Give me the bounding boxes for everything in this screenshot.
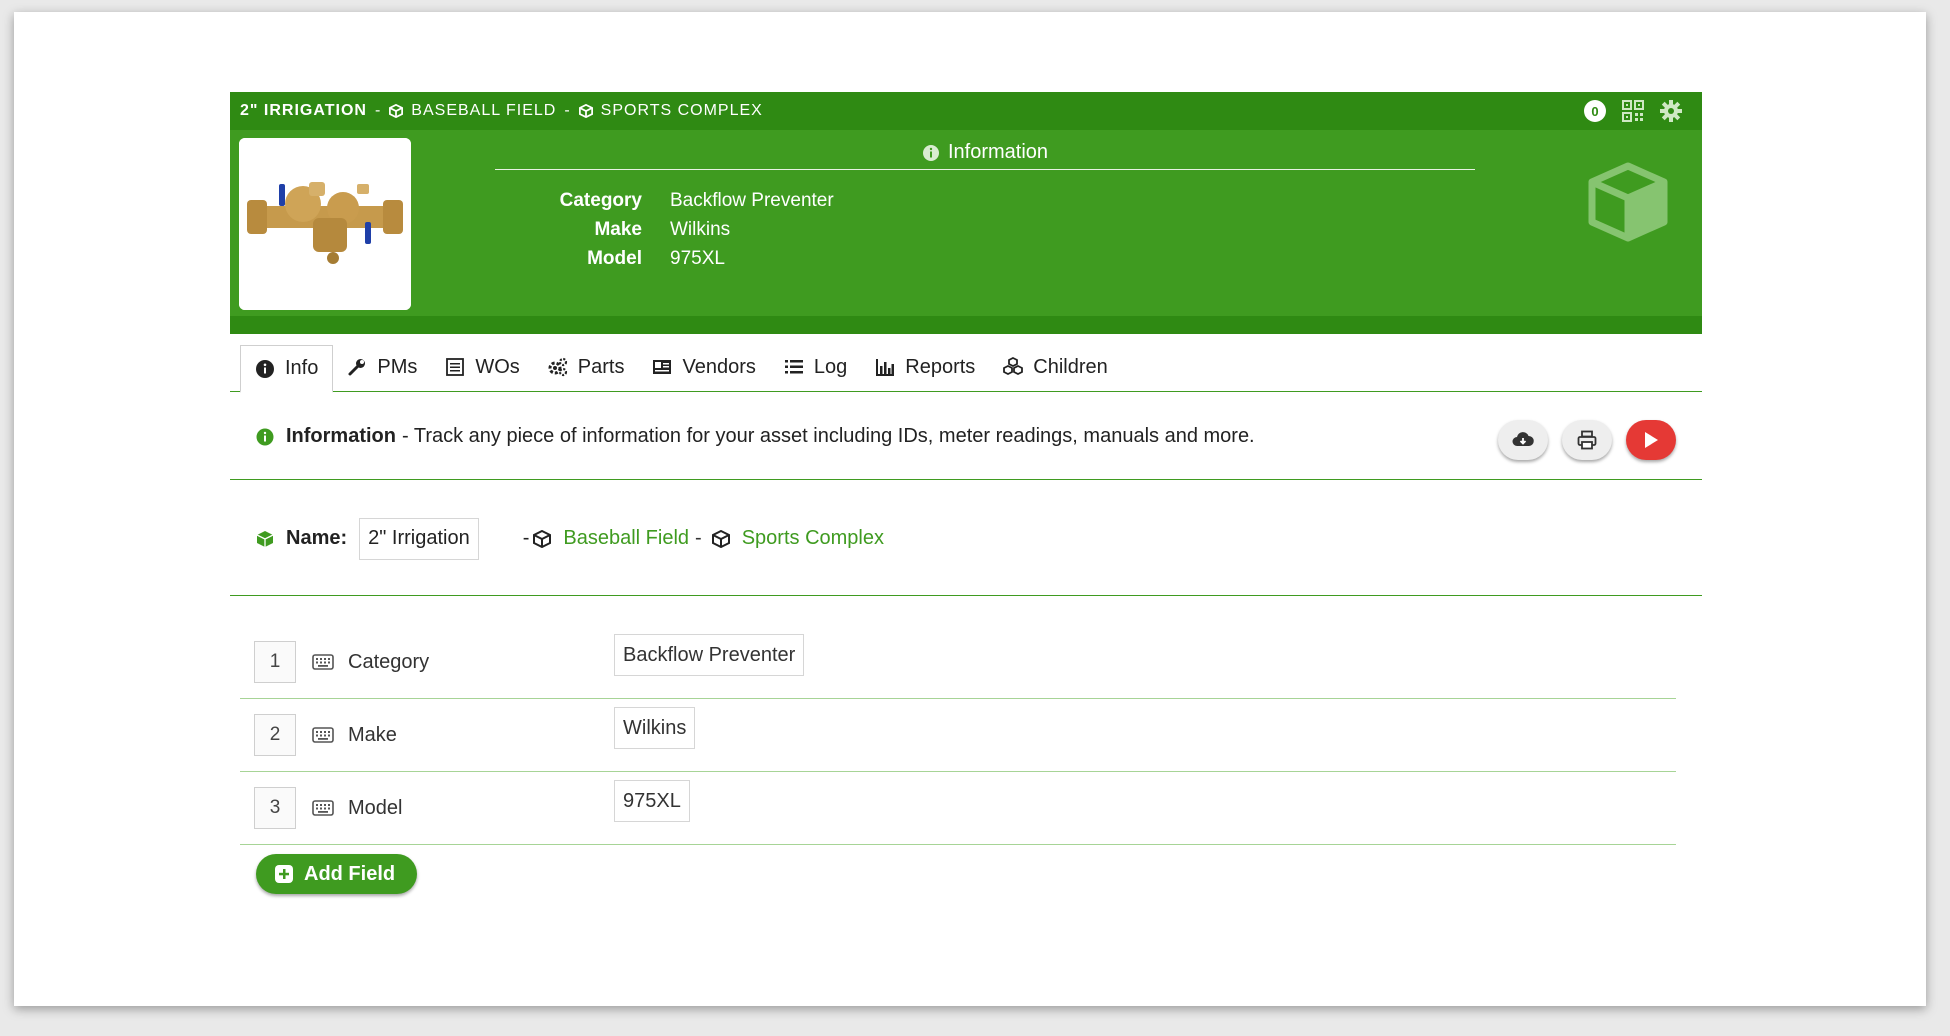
- keyboard-icon: [312, 727, 334, 743]
- header-bottom-bar: [230, 316, 1702, 334]
- info-circle-icon: [256, 428, 274, 445]
- info-value: 975XL: [670, 247, 725, 269]
- tab-reports[interactable]: Reports: [861, 343, 989, 391]
- cube-icon: [256, 530, 274, 547]
- info-title-text: Information: [947, 141, 1049, 163]
- work-order-icon: [446, 358, 465, 376]
- parent-asset-link[interactable]: Baseball Field: [563, 527, 689, 550]
- tab-label: Children: [1033, 355, 1108, 378]
- asset-tabs: Info PMs WOs Parts Vendors Log Reports C…: [230, 342, 1702, 393]
- info-circle-icon: [256, 359, 274, 378]
- info-summary: Category Backflow Preventer Make Wilkins…: [480, 186, 834, 273]
- asset-breadcrumb: 2" IRRIGATION - BASEBALL FIELD - SPORTS …: [230, 92, 1702, 130]
- info-key: Model: [587, 247, 642, 269]
- tab-vendors[interactable]: Vendors: [638, 343, 769, 391]
- print-icon: [1577, 430, 1597, 450]
- breadcrumb-parent[interactable]: BASEBALL FIELD: [411, 102, 556, 120]
- tab-label: Vendors: [682, 355, 756, 378]
- field-value-input[interactable]: Wilkins: [614, 707, 696, 749]
- info-value: Wilkins: [670, 218, 731, 240]
- field-name: Category: [348, 650, 430, 673]
- play-icon: [1645, 432, 1658, 448]
- field-order-box[interactable]: 3: [254, 787, 296, 829]
- address-card-icon: [653, 360, 672, 374]
- tab-label: WOs: [475, 355, 520, 378]
- cube-icon: [389, 104, 404, 118]
- add-field-button[interactable]: Add Field: [256, 854, 418, 894]
- gear-icon[interactable]: [1660, 100, 1682, 122]
- info-row-model: Model 975XL: [480, 244, 834, 273]
- tab-label: Parts: [577, 355, 625, 378]
- asset-header: 2" IRRIGATION - BASEBALL FIELD - SPORTS …: [230, 92, 1702, 334]
- tab-children[interactable]: Children: [989, 343, 1121, 391]
- print-button[interactable]: [1562, 420, 1612, 460]
- list-icon: [784, 360, 803, 374]
- tab-label: PMs: [377, 355, 418, 378]
- name-dash: -: [695, 527, 702, 549]
- cubes-icon: [1003, 357, 1024, 376]
- field-name: Model: [348, 796, 403, 819]
- field-value-input[interactable]: Backflow Preventer: [614, 634, 805, 676]
- info-panel-title: Information: [495, 136, 1475, 170]
- field-name: Make: [348, 723, 397, 746]
- download-button[interactable]: [1498, 420, 1548, 460]
- breadcrumb-separator: -: [374, 102, 382, 119]
- banner-actions: [1498, 420, 1676, 460]
- gears-icon: [548, 357, 567, 377]
- breadcrumb-asset: 2" IRRIGATION: [240, 102, 367, 119]
- name-label: Name:: [286, 527, 348, 549]
- notification-count-badge[interactable]: 0: [1584, 100, 1606, 122]
- cube-icon: [711, 529, 730, 548]
- tab-wos[interactable]: WOs: [431, 343, 533, 391]
- tab-label: Reports: [905, 355, 976, 378]
- root-asset-link[interactable]: Sports Complex: [742, 527, 884, 550]
- banner-title: Information: [286, 425, 396, 447]
- info-banner: Information - Track any piece of informa…: [230, 394, 1702, 480]
- name-dash: -: [522, 527, 530, 549]
- field-order-box[interactable]: 2: [254, 714, 296, 756]
- header-actions: 0: [1584, 92, 1682, 130]
- field-row: 3 Model 975XL: [240, 772, 1676, 845]
- video-tutorial-button[interactable]: [1626, 420, 1676, 460]
- tab-parts[interactable]: Parts: [534, 343, 639, 391]
- cube-icon: [533, 529, 552, 548]
- info-key: Category: [559, 189, 642, 211]
- custom-fields-list: 1 Category Backflow Preventer 2 Make Wil…: [240, 626, 1676, 845]
- keyboard-icon: [312, 654, 334, 670]
- wrench-icon: [348, 359, 366, 376]
- backflow-valve-image: [239, 138, 411, 310]
- bar-chart-icon: [876, 359, 895, 376]
- info-value: Backflow Preventer: [670, 189, 834, 211]
- qr-code-icon[interactable]: [1622, 100, 1644, 122]
- asset-name-input[interactable]: 2" Irrigation: [359, 517, 479, 560]
- field-value-input[interactable]: 975XL: [614, 780, 690, 822]
- tab-log[interactable]: Log: [770, 343, 861, 391]
- cube-icon: [578, 104, 593, 118]
- tab-label: Log: [813, 355, 848, 378]
- field-order-box[interactable]: 1: [254, 641, 296, 683]
- field-row: 1 Category Backflow Preventer: [240, 626, 1676, 699]
- plus-square-icon: [275, 865, 293, 883]
- info-circle-icon: [922, 144, 939, 161]
- tab-pms[interactable]: PMs: [333, 343, 431, 391]
- name-row: Name: 2" Irrigation - Baseball Field - S…: [230, 482, 1702, 596]
- cloud-download-icon: [1512, 432, 1534, 446]
- tab-label: Info: [285, 357, 319, 379]
- tab-info[interactable]: Info: [240, 345, 334, 393]
- field-row: 2 Make Wilkins: [240, 699, 1676, 772]
- info-row-category: Category Backflow Preventer: [480, 186, 834, 215]
- breadcrumb-root[interactable]: SPORTS COMPLEX: [601, 102, 763, 120]
- asset-photo[interactable]: [239, 138, 411, 310]
- info-key: Make: [594, 218, 642, 240]
- asset-type-cube-icon: [1588, 162, 1668, 242]
- keyboard-icon: [312, 800, 334, 816]
- breadcrumb-separator: -: [564, 102, 571, 119]
- info-row-make: Make Wilkins: [480, 215, 834, 244]
- add-field-label: Add Field: [304, 862, 396, 885]
- banner-description: - Track any piece of information for you…: [402, 425, 1255, 447]
